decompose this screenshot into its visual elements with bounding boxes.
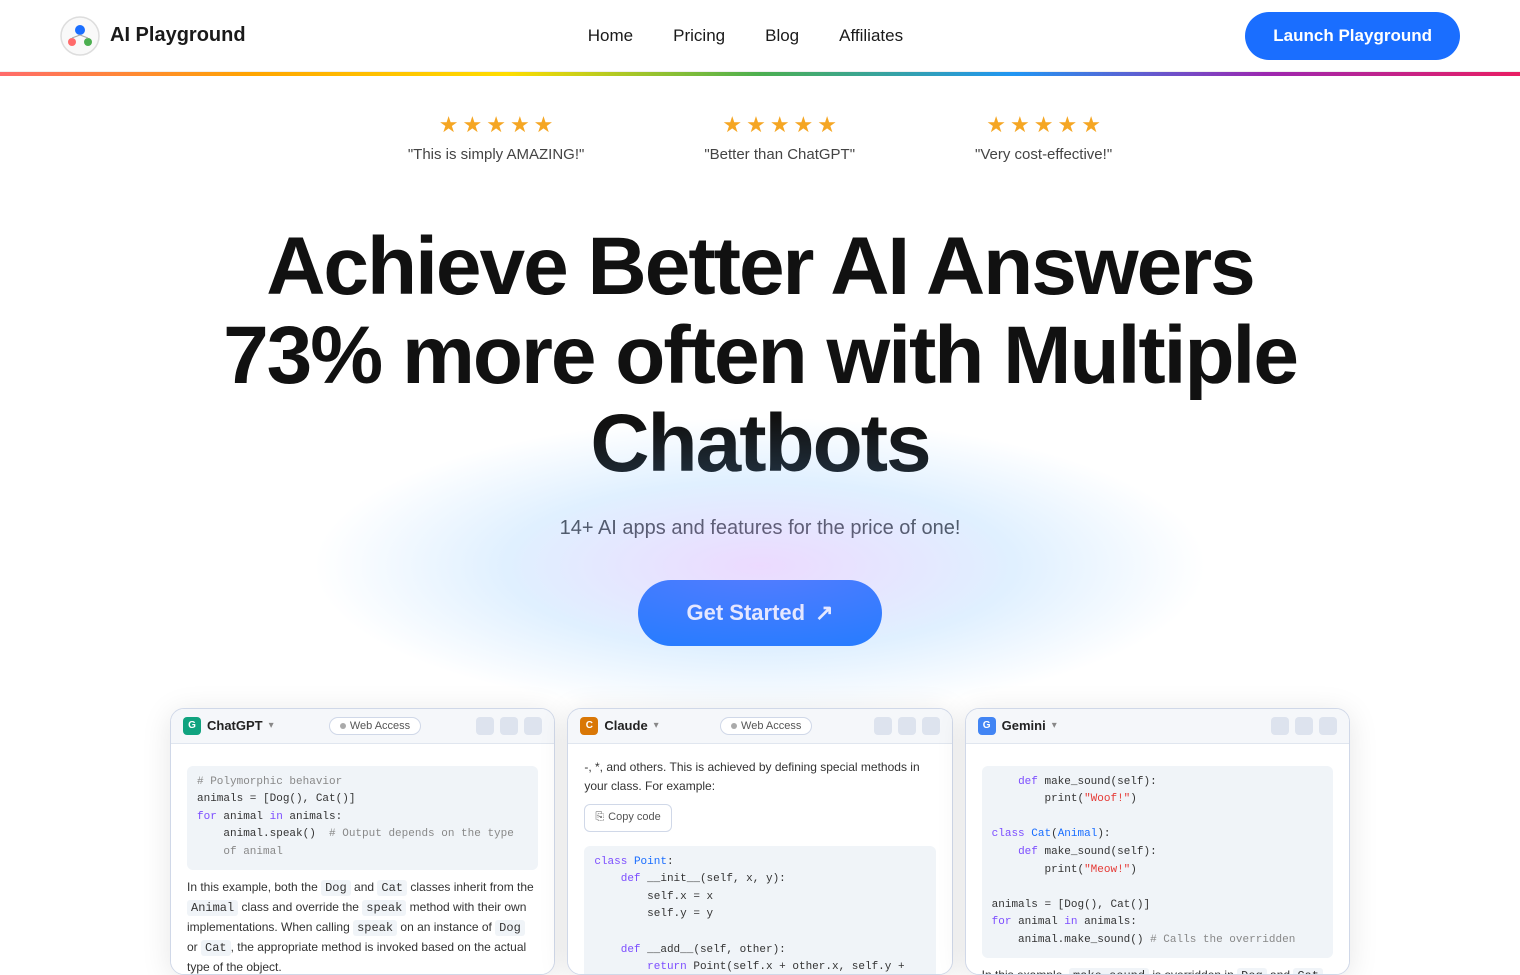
copy-icon: ⎘ (595, 809, 604, 827)
review-1-stars: ★ ★ ★ ★ ★ (439, 112, 554, 138)
star-icon: ★ (439, 112, 459, 138)
copy-icon[interactable] (898, 717, 916, 735)
claude-panel-header: C Claude ▾ Web Access (568, 709, 951, 744)
copy-code-button[interactable]: ⎘ Copy code (584, 804, 671, 832)
star-icon: ★ (1034, 112, 1054, 138)
code-block: class Point: def __init__(self, x, y): s… (584, 846, 935, 974)
panel-actions (1271, 717, 1337, 735)
close-icon[interactable] (922, 717, 940, 735)
chevron-down-icon: ▾ (1052, 720, 1057, 731)
review-3-text: "Very cost-effective!" (975, 146, 1112, 163)
star-icon: ★ (486, 112, 506, 138)
nav-pricing[interactable]: Pricing (673, 26, 725, 46)
claude-panel: C Claude ▾ Web Access -, *, and others. … (567, 708, 952, 975)
chatgpt-panel: G ChatGPT ▾ Web Access # Polymorphic beh… (170, 708, 555, 975)
star-icon: ★ (1081, 112, 1101, 138)
hero-section: Achieve Better AI Answers 73% more often… (0, 183, 1520, 656)
star-icon: ★ (986, 112, 1006, 138)
panel-actions (874, 717, 940, 735)
share-icon[interactable] (476, 717, 494, 735)
nav-blog[interactable]: Blog (765, 26, 799, 46)
web-access-badge: Web Access (329, 717, 421, 735)
chatgpt-panel-name: ChatGPT (207, 718, 263, 733)
code-block: # Polymorphic behavior animals = [Dog(),… (187, 766, 538, 870)
screenshots-section: G ChatGPT ▾ Web Access # Polymorphic beh… (0, 708, 1520, 975)
star-icon: ★ (462, 112, 482, 138)
logo-link[interactable]: AI Playground (60, 16, 246, 56)
star-icon: ★ (1057, 112, 1077, 138)
screenshots-wrapper: G ChatGPT ▾ Web Access # Polymorphic beh… (170, 708, 1350, 975)
gemini-panel-body: def make_sound(self): print("Woof!") cla… (966, 744, 1349, 974)
star-icon: ★ (817, 112, 837, 138)
chatgpt-panel-body: # Polymorphic behavior animals = [Dog(),… (171, 744, 554, 974)
logo-icon (60, 16, 100, 56)
web-access-badge: Web Access (720, 717, 812, 735)
review-1: ★ ★ ★ ★ ★ "This is simply AMAZING!" (408, 112, 585, 163)
nav-links: Home Pricing Blog Affiliates (588, 26, 903, 46)
reviews-section: ★ ★ ★ ★ ★ "This is simply AMAZING!" ★ ★ … (0, 76, 1520, 183)
star-icon: ★ (534, 112, 554, 138)
logo-text: AI Playground (110, 24, 246, 47)
hero-headline: Achieve Better AI Answers 73% more often… (210, 223, 1310, 489)
claude-panel-name: Claude (604, 718, 647, 733)
star-icon: ★ (510, 112, 530, 138)
arrow-icon: ↗ (815, 600, 833, 626)
gemini-badge-icon: G (978, 717, 996, 735)
review-2: ★ ★ ★ ★ ★ "Better than ChatGPT" (704, 112, 855, 163)
copy-icon[interactable] (1295, 717, 1313, 735)
share-icon[interactable] (1271, 717, 1289, 735)
gemini-panel-name: Gemini (1002, 718, 1046, 733)
chatgpt-panel-header: G ChatGPT ▾ Web Access (171, 709, 554, 744)
panel-actions (476, 717, 542, 735)
star-icon: ★ (1010, 112, 1030, 138)
navbar: AI Playground Home Pricing Blog Affiliat… (0, 0, 1520, 72)
hero-subheadline: 14+ AI apps and features for the price o… (60, 517, 1460, 540)
star-icon: ★ (794, 112, 814, 138)
claude-panel-body: -, *, and others. This is achieved by de… (568, 744, 951, 974)
get-started-button[interactable]: Get Started ↗ (638, 580, 881, 646)
chevron-down-icon: ▾ (654, 720, 659, 731)
toggle-icon (340, 723, 346, 729)
close-icon[interactable] (524, 717, 542, 735)
code-block: def make_sound(self): print("Woof!") cla… (982, 766, 1333, 958)
review-2-stars: ★ ★ ★ ★ ★ (722, 112, 837, 138)
review-3: ★ ★ ★ ★ ★ "Very cost-effective!" (975, 112, 1112, 163)
share-icon[interactable] (874, 717, 892, 735)
toggle-icon (731, 723, 737, 729)
review-3-stars: ★ ★ ★ ★ ★ (986, 112, 1101, 138)
nav-home[interactable]: Home (588, 26, 633, 46)
review-1-text: "This is simply AMAZING!" (408, 146, 585, 163)
launch-playground-button[interactable]: Launch Playground (1245, 12, 1460, 60)
copy-icon[interactable] (500, 717, 518, 735)
claude-badge-icon: C (580, 717, 598, 735)
chatgpt-badge-icon: G (183, 717, 201, 735)
star-icon: ★ (722, 112, 742, 138)
review-2-text: "Better than ChatGPT" (704, 146, 855, 163)
gemini-panel: G Gemini ▾ def make_sound(self): print("… (965, 708, 1350, 975)
star-icon: ★ (770, 112, 790, 138)
star-icon: ★ (746, 112, 766, 138)
chevron-down-icon: ▾ (269, 720, 274, 731)
nav-affiliates[interactable]: Affiliates (839, 26, 903, 46)
close-icon[interactable] (1319, 717, 1337, 735)
gemini-panel-header: G Gemini ▾ (966, 709, 1349, 744)
